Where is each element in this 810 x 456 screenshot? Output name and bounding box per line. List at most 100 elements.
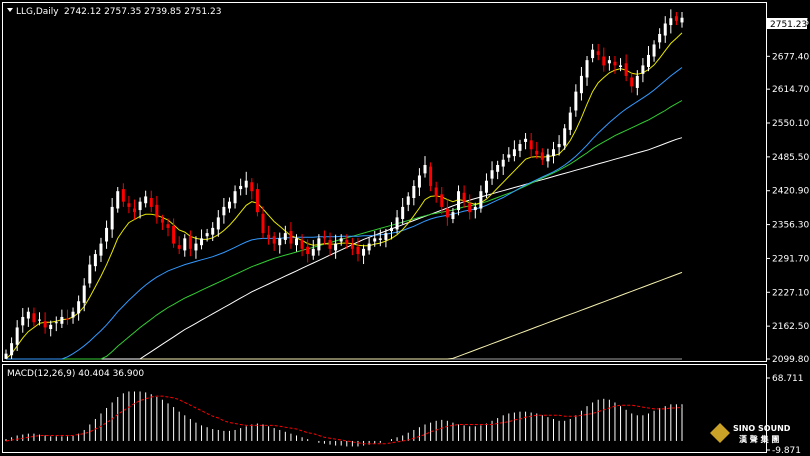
- candle-bull: [574, 91, 578, 111]
- candle-bull: [401, 206, 405, 219]
- candle-bull: [211, 227, 215, 235]
- candle-bull: [607, 60, 611, 64]
- svg-text:SINO SOUND: SINO SOUND: [733, 424, 791, 433]
- price-axis: 2742.852677.402614.702550.102485.502420.…: [766, 18, 809, 365]
- candle-bear: [596, 51, 600, 55]
- price-tick-label: 2550.10: [772, 119, 809, 129]
- candle-bull: [283, 233, 287, 240]
- candle-bull: [395, 217, 399, 230]
- candle-bear: [65, 318, 69, 320]
- price-tick-label: 2420.90: [772, 187, 809, 197]
- candle-bull: [524, 138, 528, 142]
- candle-bull: [216, 217, 220, 230]
- price-tick-label: 2485.50: [772, 153, 809, 163]
- candle-bear: [468, 203, 472, 213]
- candle-bull: [367, 243, 371, 251]
- candle-bull: [389, 227, 393, 232]
- candle-bull: [579, 75, 583, 94]
- candle-bull: [496, 164, 500, 172]
- candle-bull: [451, 212, 455, 219]
- candle-bear: [272, 236, 276, 244]
- candle-bull: [10, 343, 14, 356]
- candle-bear: [624, 63, 628, 76]
- candle-bull: [244, 180, 248, 188]
- candle-bear: [350, 245, 354, 249]
- candle-bull: [4, 353, 8, 359]
- candle-bull: [144, 196, 148, 204]
- macd-signal-line: [5, 395, 683, 445]
- candle-bull: [227, 201, 231, 209]
- candle-bull: [311, 248, 315, 256]
- logo-diamond-icon: [710, 423, 730, 443]
- candle-bull: [658, 33, 662, 43]
- macd-indicator: [5, 391, 683, 447]
- candle-bull: [99, 243, 103, 256]
- sinosound-logo: SINO SOUND 漢 聲 集 團: [710, 423, 791, 444]
- candle-bull: [663, 23, 667, 36]
- svg-text:2751.23: 2751.23: [770, 20, 807, 30]
- candle-bull: [71, 311, 75, 318]
- candle-bull: [21, 316, 25, 326]
- candle-bull: [194, 243, 198, 251]
- candle-bear: [127, 203, 131, 207]
- candle-bull: [652, 44, 656, 57]
- price-tick-label: 2099.80: [772, 355, 809, 365]
- candle-bull: [406, 196, 410, 205]
- last-price-marker: 2751.23: [767, 18, 807, 30]
- candle-bull: [635, 75, 639, 88]
- candle-bull: [138, 201, 142, 211]
- symbol-label: LLG,Daily: [16, 7, 59, 17]
- candle-bull: [501, 159, 505, 167]
- candle-bear: [188, 236, 192, 249]
- candle-bear: [160, 218, 164, 223]
- candle-bull: [384, 233, 388, 240]
- candle-bull: [457, 191, 461, 211]
- candle-bull: [680, 17, 684, 23]
- ohlc-label: 2742.12 2757.35 2739.85 2751.23: [64, 7, 221, 17]
- candle-bear: [445, 208, 449, 218]
- candle-bull: [563, 128, 567, 146]
- candle-bull: [484, 180, 488, 193]
- candle-bull: [568, 112, 572, 130]
- candle-bull: [183, 238, 187, 251]
- candle-bull: [512, 149, 516, 157]
- candle-bear: [172, 225, 176, 244]
- candle-bull: [200, 238, 204, 246]
- candle-bull: [77, 301, 81, 314]
- candle-bull: [585, 60, 589, 78]
- candle-bear: [535, 150, 539, 155]
- candle-bull: [479, 191, 483, 209]
- candle-bear: [43, 321, 47, 328]
- candle-bull: [507, 154, 511, 158]
- candle-bull: [412, 185, 416, 199]
- candle-bull: [93, 254, 97, 267]
- candle-bull: [110, 206, 114, 230]
- candle-bull: [641, 65, 645, 74]
- price-tick-label: 2291.70: [772, 254, 809, 264]
- candle-bear: [155, 204, 159, 218]
- macd-tick-label: 68.711: [772, 374, 804, 384]
- candle-bear: [149, 198, 153, 207]
- candle-bull: [591, 49, 595, 59]
- candle-bull: [54, 322, 58, 324]
- candle-bull: [116, 191, 120, 209]
- candle-bull: [49, 324, 53, 330]
- candle-bear: [255, 189, 259, 213]
- candle-bear: [250, 182, 254, 192]
- candle-bull: [619, 65, 623, 67]
- candle-bear: [267, 234, 271, 239]
- candle-bull: [82, 285, 86, 303]
- candle-bull: [239, 185, 243, 190]
- candle-bull: [15, 327, 19, 345]
- candle-bull: [546, 154, 550, 162]
- dropdown-triangle-icon[interactable]: [7, 8, 13, 12]
- price-chart[interactable]: LLG,Daily 2742.12 2757.35 2739.85 2751.2…: [0, 0, 810, 456]
- candlesticks: [4, 9, 684, 359]
- candle-bear: [132, 208, 136, 213]
- candle-bull: [26, 311, 30, 319]
- macd-tick-label: -9.871: [772, 446, 801, 456]
- macd-header: MACD(12,26,9) 40.404 36.900: [7, 369, 144, 379]
- candle-bear: [540, 152, 544, 160]
- candle-bear: [322, 236, 326, 239]
- candle-bear: [602, 56, 606, 66]
